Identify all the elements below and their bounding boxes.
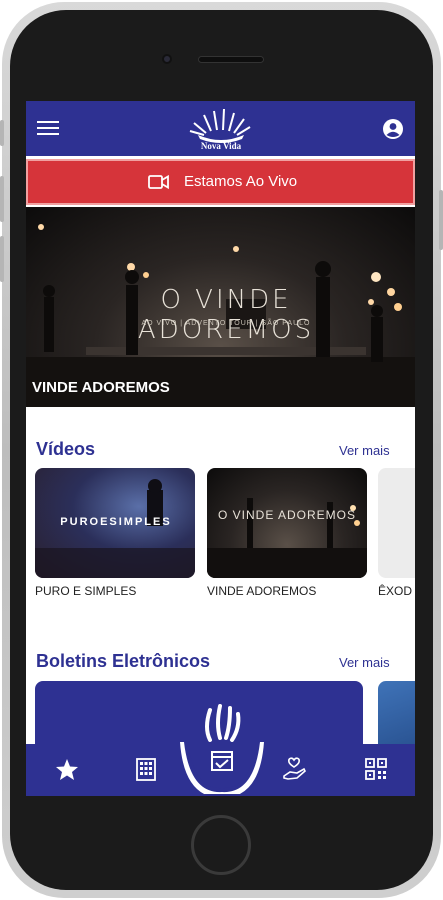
video-card[interactable]: O VINDE ADOREMOS xyxy=(207,468,367,578)
sun-logo-icon xyxy=(189,108,251,143)
star-icon[interactable] xyxy=(52,754,82,784)
front-camera xyxy=(162,54,172,64)
banner-caption: VINDE ADOREMOS xyxy=(32,379,170,396)
live-now-button[interactable]: Estamos Ao Vivo xyxy=(26,159,415,205)
video-title[interactable]: ÊXOD xyxy=(378,584,415,598)
live-now-label: Estamos Ao Vivo xyxy=(184,173,298,190)
video-camera-icon xyxy=(148,174,169,190)
app-screenshot: Nova Vida Estamos Ao Vivo O VINDE ADOREM… xyxy=(0,0,443,900)
bulletins-see-more-link[interactable]: Ver mais xyxy=(339,655,390,670)
featured-banner[interactable]: O VINDE ADOREMOS AO VIVO | ADVENTO TOUR … xyxy=(26,207,415,407)
calendar-check-icon[interactable] xyxy=(180,704,264,794)
power-button xyxy=(439,190,443,250)
videos-section-title: Vídeos xyxy=(36,439,96,459)
app-screen: Nova Vida Estamos Ao Vivo O VINDE ADOREM… xyxy=(26,101,415,796)
home-button[interactable] xyxy=(191,815,251,875)
logo-text: Nova Vida xyxy=(200,141,242,151)
nova-vida-logo: Nova Vida xyxy=(184,105,258,153)
banner-title: O VINDE ADOREMOS xyxy=(137,285,315,345)
volume-up-button xyxy=(0,176,4,222)
top-app-bar: Nova Vida xyxy=(26,101,415,156)
hamburger-menu-icon[interactable] xyxy=(37,121,59,135)
video-thumbnail xyxy=(207,498,367,578)
video-title[interactable]: VINDE ADOREMOS xyxy=(207,584,316,598)
video-thumbnail-text: O VINDE ADOREMOS xyxy=(217,508,357,522)
qr-code-icon[interactable] xyxy=(361,754,391,784)
banner-subtitle: AO VIVO | ADVENTO TOUR | SÃO PAULO xyxy=(141,320,311,327)
video-card[interactable]: PUROESIMPLES xyxy=(35,468,195,578)
video-title[interactable]: PURO E SIMPLES xyxy=(35,584,136,598)
video-thumbnail-text: PUROESIMPLES xyxy=(60,516,172,528)
hand-heart-icon[interactable] xyxy=(279,754,309,784)
volume-down-button xyxy=(0,236,4,282)
video-card[interactable] xyxy=(378,468,415,578)
bulletins-section-title: Boletins Eletrônicos xyxy=(36,651,211,671)
account-circle-icon[interactable] xyxy=(382,118,404,140)
videos-see-more-link[interactable]: Ver mais xyxy=(339,443,390,458)
building-icon[interactable] xyxy=(131,754,161,784)
mute-switch xyxy=(0,120,4,146)
earpiece-speaker xyxy=(198,56,264,63)
